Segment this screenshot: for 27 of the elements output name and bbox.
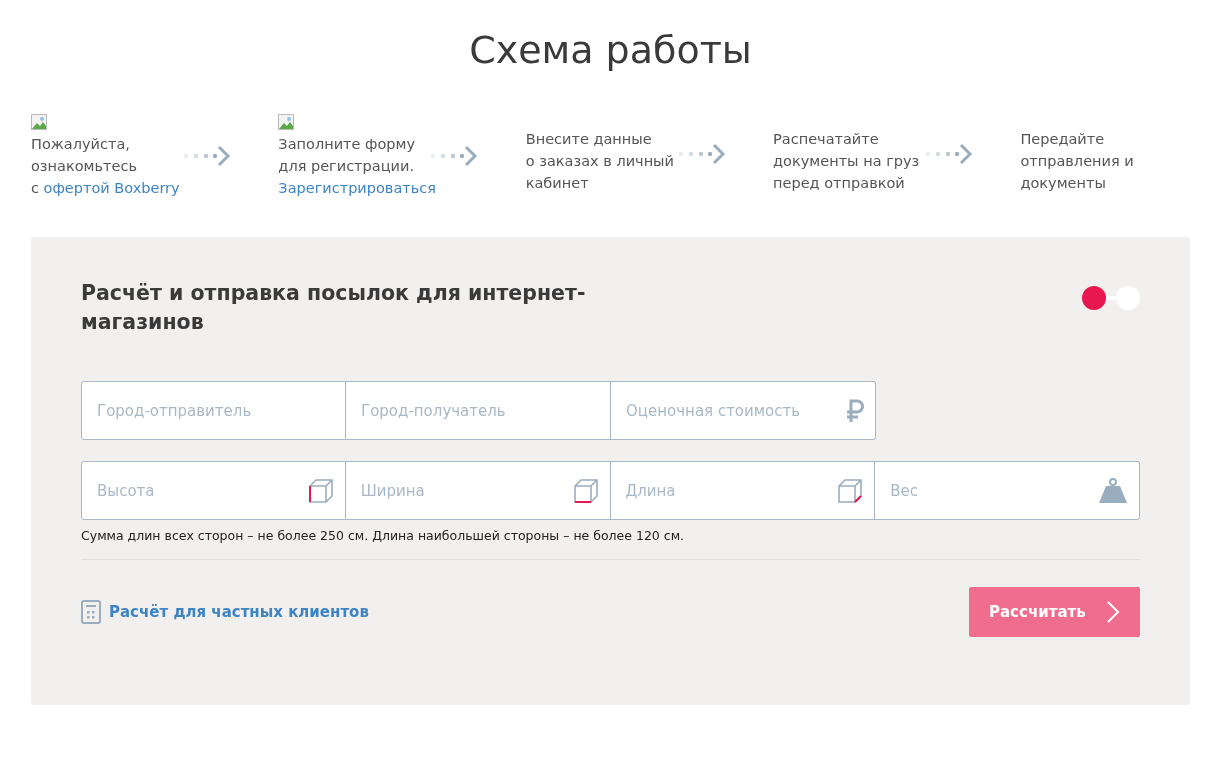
input-field[interactable]: Город-получатель <box>346 381 611 440</box>
page-title: Схема работы <box>468 27 753 74</box>
box-icon <box>307 477 334 504</box>
box-icon <box>572 477 599 504</box>
step-text: Внесите данные о заказах в личный кабинет <box>525 130 674 193</box>
box-icon <box>837 477 864 504</box>
ruble-icon <box>846 398 864 423</box>
input-field[interactable]: Оценочная стоимость <box>611 381 876 440</box>
input-field[interactable]: Высота <box>81 461 346 520</box>
toggle-dot[interactable] <box>1082 286 1106 310</box>
calculate-button[interactable]: Рассчитать <box>969 587 1140 637</box>
calculator-icon <box>81 600 101 624</box>
step-text: Пожалуйста, ознакомьтесь с офертой Boxberry <box>31 135 180 198</box>
step-link[interactable]: офертой Boxberry <box>43 180 180 196</box>
step-text: Распечатайте документы на груз перед отправкой <box>773 130 920 193</box>
input-field[interactable]: Ширина <box>345 461 611 520</box>
chevron-right-icon <box>1106 600 1120 624</box>
calculator-heading: Расчёт и отправка посылок для интернет-магазинов <box>81 280 587 336</box>
step-text: Заполните форму для регистрации. Зарегистрироваться <box>278 135 436 198</box>
size-note: Сумма длин всех сторон – не более 250 см. Длина наибольшей стороны – не более 120 см. <box>81 528 1140 560</box>
input-field[interactable]: Вес <box>875 461 1140 520</box>
input-field[interactable]: Город-отправитель <box>81 381 346 440</box>
private-clients-link[interactable]: Расчёт для частных клиентов <box>81 600 369 624</box>
kettlebell-icon <box>1098 477 1128 504</box>
step-text: Передайте отправления и документы <box>1020 130 1134 193</box>
input-field[interactable]: Длина <box>610 461 876 520</box>
step-link[interactable]: Зарегистрироваться <box>278 180 436 196</box>
